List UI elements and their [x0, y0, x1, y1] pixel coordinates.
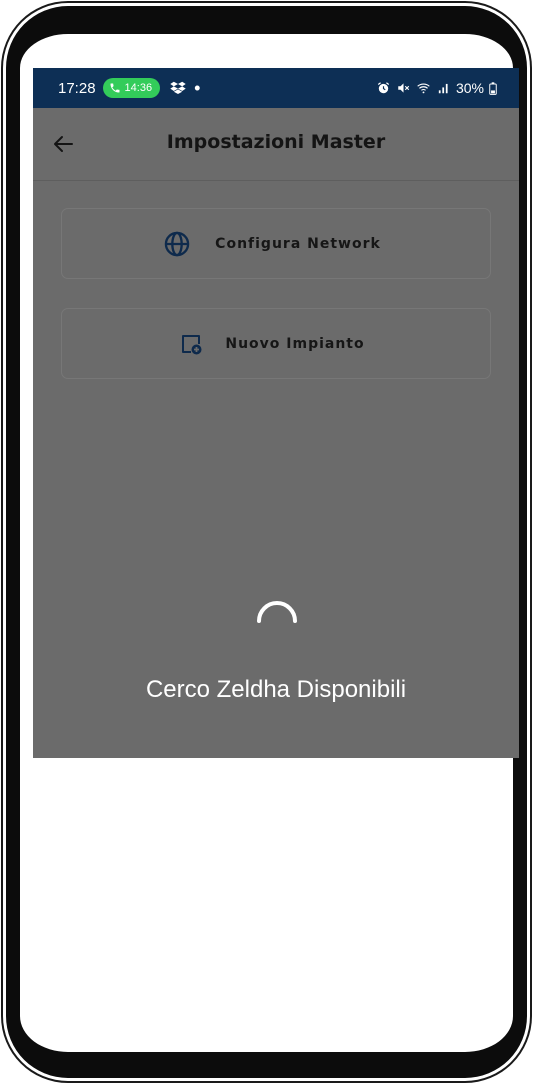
status-bar: 17:28 14:36 • 30% [33, 68, 519, 108]
loading-message: Cerco Zeldha Disponibili [145, 676, 407, 703]
phone-icon [110, 83, 120, 93]
status-time: 17:28 [58, 79, 96, 97]
add-document-icon [182, 334, 202, 354]
alarm-icon [377, 82, 390, 94]
loading-spinner [257, 601, 297, 623]
battery-icon [489, 81, 497, 95]
signal-icon [438, 83, 448, 94]
call-timer: 14:36 [124, 82, 153, 94]
dropbox-icon [170, 81, 186, 95]
mute-icon [398, 83, 410, 93]
globe-icon [164, 231, 190, 256]
app-bar: Impostazioni Master [33, 108, 519, 181]
configure-network-button[interactable]: Configura Network [61, 208, 491, 279]
status-icons: 30% [376, 80, 497, 96]
battery-percent: 30% [455, 80, 484, 96]
app-screen: 17:28 14:36 • 30% Impostazioni Master Co… [33, 68, 519, 758]
ongoing-call-pill[interactable]: 14:36 [102, 78, 161, 98]
configure-network-label: Configura Network [215, 235, 381, 252]
wifi-icon [417, 83, 430, 94]
page-title: Impostazioni Master [166, 131, 386, 153]
notification-dot: • [194, 78, 201, 98]
new-installation-label: Nuovo Impianto [225, 335, 365, 352]
new-installation-button[interactable]: Nuovo Impianto [61, 308, 491, 379]
